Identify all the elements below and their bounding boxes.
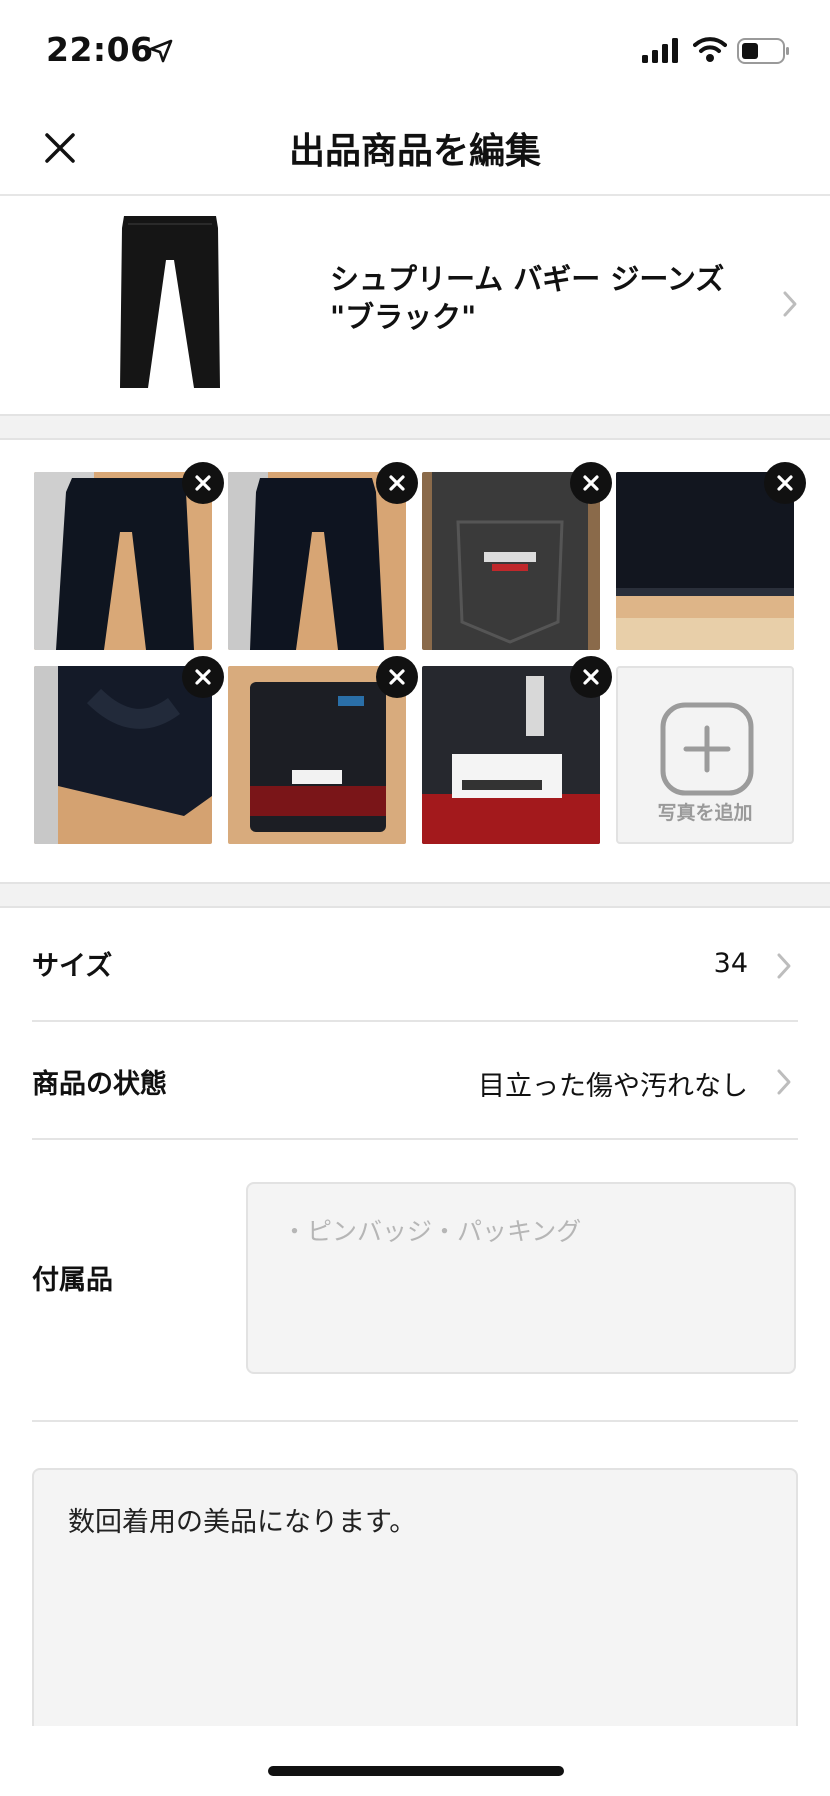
description-text: 数回着用の美品になります。 — [68, 1507, 417, 1538]
section-separator — [0, 882, 830, 908]
description-textarea[interactable]: 数回着用の美品になります。 — [32, 1468, 798, 1728]
product-thumbnail — [118, 216, 222, 388]
product-name-line2: "ブラック" — [330, 300, 477, 334]
photo-grid: 写真を追加 — [0, 440, 830, 880]
condition-value: 目立った傷や汚れなし — [478, 1071, 748, 1102]
close-icon — [389, 669, 405, 685]
remove-photo-button[interactable] — [570, 462, 612, 504]
close-icon — [195, 475, 211, 491]
chevron-right-icon — [776, 952, 792, 984]
remove-photo-button[interactable] — [182, 656, 224, 698]
close-icon — [583, 669, 599, 685]
accessories-input[interactable]: ・ピンバッジ・パッキング — [246, 1182, 796, 1374]
close-icon — [389, 475, 405, 491]
battery-icon — [737, 38, 791, 68]
bottom-safe-area — [0, 1726, 830, 1796]
size-value: 34 — [713, 948, 748, 979]
condition-label: 商品の状態 — [32, 1069, 167, 1100]
photo-jeans-front-2[interactable] — [228, 472, 406, 650]
status-time: 22:06 — [46, 30, 154, 69]
photo-jeans-leg-detail[interactable] — [34, 666, 212, 844]
product-row[interactable]: シュプリーム バギー ジーンズ "ブラック" — [0, 196, 830, 414]
chevron-right-icon — [776, 1068, 792, 1100]
page-title: 出品商品を編集 — [288, 131, 541, 172]
home-indicator[interactable] — [268, 1766, 564, 1776]
product-name: シュプリーム バギー ジーンズ "ブラック" — [330, 260, 750, 336]
add-photo-icon — [660, 702, 754, 800]
product-name-line1: シュプリーム バギー ジーンズ — [330, 262, 725, 296]
close-icon — [583, 475, 599, 491]
accessories-placeholder: ・ピンバッジ・パッキング — [282, 1217, 582, 1246]
remove-photo-button[interactable] — [376, 462, 418, 504]
chevron-right-icon — [782, 290, 798, 322]
size-label: サイズ — [32, 951, 113, 982]
status-bar: 22:06 — [0, 0, 830, 100]
close-icon — [195, 669, 211, 685]
wifi-icon — [693, 36, 727, 68]
close-icon — [777, 475, 793, 491]
location-arrow-icon — [148, 38, 174, 68]
add-photo-button[interactable]: 写真を追加 — [616, 666, 794, 844]
remove-photo-button[interactable] — [182, 462, 224, 504]
add-photo-label: 写真を追加 — [657, 802, 753, 824]
photo-jeans-front-1[interactable] — [34, 472, 212, 650]
photo-jeans-tag[interactable] — [422, 666, 600, 844]
cellular-signal-icon — [642, 38, 680, 68]
remove-photo-button[interactable] — [764, 462, 806, 504]
size-row[interactable]: サイズ 34 — [32, 906, 798, 1022]
header: 出品商品を編集 — [0, 100, 830, 196]
remove-photo-button[interactable] — [376, 656, 418, 698]
condition-row[interactable]: 商品の状態 目立った傷や汚れなし — [32, 1022, 798, 1140]
section-separator — [0, 414, 830, 440]
accessories-label: 付属品 — [32, 1265, 113, 1296]
photo-jeans-packaged[interactable] — [228, 666, 406, 844]
photo-jeans-hem[interactable] — [616, 472, 794, 650]
remove-photo-button[interactable] — [570, 656, 612, 698]
photo-jeans-back-pocket[interactable] — [422, 472, 600, 650]
